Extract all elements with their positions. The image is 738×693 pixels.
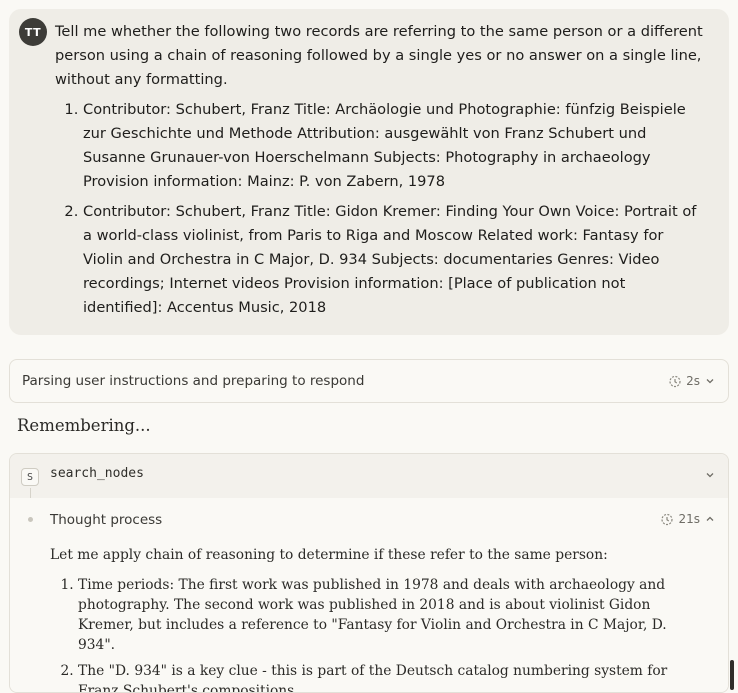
scrollbar[interactable] [730,660,734,690]
avatar: TT [19,18,47,46]
chevron-down-icon[interactable] [704,469,716,481]
thread-dot [28,517,33,522]
chevron-up-icon[interactable] [704,513,716,525]
record-item: Contributor: Schubert, Franz Title: Gido… [83,200,705,320]
tool-header[interactable]: S search_nodes [10,454,728,498]
record-item: Contributor: Schubert, Franz Title: Arch… [83,98,705,194]
thought-duration[interactable]: 21s [660,512,716,526]
timer-icon [669,375,681,388]
status-text: Parsing user instructions and preparing … [22,373,365,389]
thought-point: Time periods: The first work was publish… [78,575,680,655]
status-duration: 2s [668,374,716,388]
tool-panel: S search_nodes Thought process 21s Let m… [9,453,729,693]
timer-icon [661,513,674,526]
thought-points: Time periods: The first work was publish… [50,575,680,692]
status-duration-label: 2s [686,374,700,388]
user-message: TT Tell me whether the following two rec… [9,9,729,335]
thought-panel: Thought process 21s Let me apply chain o… [10,498,728,692]
thought-title[interactable]: Thought process [50,512,162,528]
user-message-text: Tell me whether the following two record… [55,20,705,326]
thought-text: Let me apply chain of reasoning to deter… [50,545,680,692]
thought-intro: Let me apply chain of reasoning to deter… [50,547,608,563]
thought-point: The "D. 934" is a key clue - this is par… [78,661,680,692]
remembering-label: Remembering... [17,416,151,435]
record-list: Contributor: Schubert, Franz Title: Arch… [55,98,705,320]
tool-name: search_nodes [50,466,144,481]
thought-duration-label: 21s [678,512,700,526]
user-intro: Tell me whether the following two record… [55,23,703,88]
tool-badge: S [21,468,39,486]
status-bar[interactable]: Parsing user instructions and preparing … [9,359,729,403]
chevron-down-icon[interactable] [704,375,716,387]
